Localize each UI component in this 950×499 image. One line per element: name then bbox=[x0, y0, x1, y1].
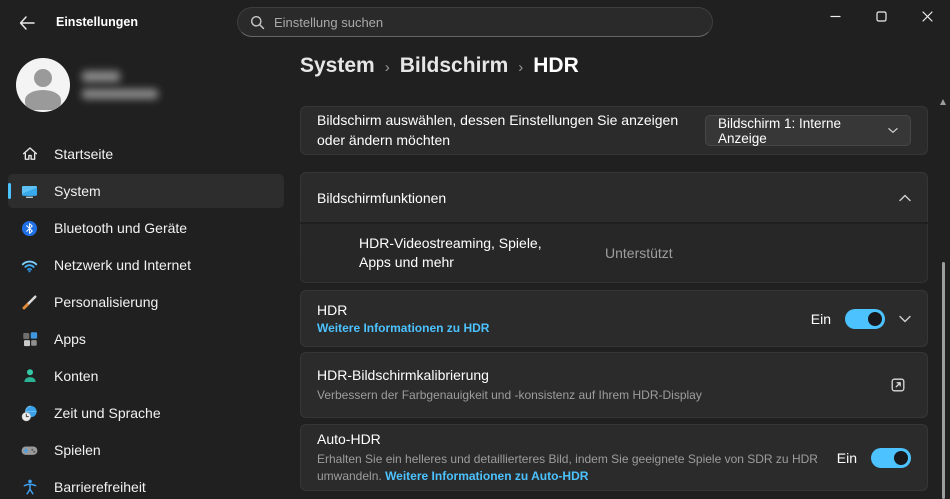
display-features-header[interactable]: Bildschirmfunktionen bbox=[300, 172, 928, 223]
hdr-calibration-card[interactable]: HDR-Bildschirmkalibrierung Verbessern de… bbox=[300, 352, 928, 418]
sidebar-item-label: Konten bbox=[54, 368, 99, 384]
auto-hdr-card: Auto-HDR Erhalten Sie ein helleres und d… bbox=[300, 424, 928, 491]
display-select-dropdown[interactable]: Bildschirm 1: Interne Anzeige bbox=[705, 115, 911, 146]
display-features-title: Bildschirmfunktionen bbox=[317, 189, 447, 206]
sidebar-item-label: Spielen bbox=[54, 442, 101, 458]
apps-icon bbox=[20, 330, 39, 349]
gamepad-icon bbox=[20, 441, 39, 460]
display-select-label: Bildschirm auswählen, dessen Einstellung… bbox=[317, 111, 679, 148]
hdr-support-value: Unterstützt bbox=[605, 245, 673, 261]
scrollbar-thumb[interactable] bbox=[941, 262, 945, 499]
brush-icon bbox=[20, 293, 39, 312]
avatar bbox=[16, 58, 70, 112]
sidebar-item-label: Zeit und Sprache bbox=[54, 405, 161, 421]
settings-content: Bildschirm auswählen, dessen Einstellung… bbox=[300, 96, 928, 499]
sidebar-nav: Startseite System Bluetooth und Geräte N… bbox=[4, 134, 288, 499]
minimize-button[interactable] bbox=[812, 0, 858, 32]
sidebar-item-zeit-sprache[interactable]: Zeit und Sprache bbox=[8, 396, 284, 430]
auto-hdr-state-label: Ein bbox=[836, 449, 857, 466]
accessibility-icon bbox=[20, 478, 39, 497]
sidebar-item-konten[interactable]: Konten bbox=[8, 359, 284, 393]
chevron-down-icon[interactable] bbox=[899, 315, 911, 323]
clock-globe-icon bbox=[20, 404, 39, 423]
hdr-support-row: HDR-Videostreaming, Spiele, Apps und meh… bbox=[300, 224, 928, 283]
scrollbar bbox=[939, 96, 947, 499]
user-profile[interactable] bbox=[16, 58, 158, 112]
titlebar: Einstellungen bbox=[0, 0, 950, 44]
chevron-down-icon bbox=[888, 128, 898, 133]
auto-hdr-toggle[interactable] bbox=[871, 447, 911, 468]
breadcrumb-system[interactable]: System bbox=[300, 54, 375, 78]
sidebar-item-label: System bbox=[54, 183, 101, 199]
minimize-icon bbox=[830, 15, 840, 17]
display-select-card: Bildschirm auswählen, dessen Einstellung… bbox=[300, 106, 928, 155]
hdr-info-link[interactable]: Weitere Informationen zu HDR bbox=[317, 321, 489, 335]
sidebar: Startseite System Bluetooth und Geräte N… bbox=[0, 44, 292, 499]
sidebar-item-label: Barrierefreiheit bbox=[54, 479, 146, 495]
hdr-card: HDR Weitere Informationen zu HDR Ein bbox=[300, 290, 928, 347]
auto-hdr-info-link[interactable]: Weitere Informationen zu Auto-HDR bbox=[385, 469, 588, 483]
app-title: Einstellungen bbox=[56, 15, 138, 29]
sidebar-item-system[interactable]: System bbox=[8, 174, 284, 208]
person-icon bbox=[20, 367, 39, 386]
external-link-button[interactable] bbox=[885, 372, 911, 398]
window-controls bbox=[812, 0, 950, 32]
sidebar-item-label: Startseite bbox=[54, 146, 114, 162]
chevron-up-icon[interactable] bbox=[899, 194, 911, 202]
breadcrumb-separator: › bbox=[384, 58, 390, 76]
search-icon bbox=[251, 15, 265, 29]
sidebar-item-label: Netzwerk und Internet bbox=[54, 257, 191, 273]
sidebar-item-barrierefreiheit[interactable]: Barrierefreiheit bbox=[8, 470, 284, 499]
sidebar-item-bluetooth[interactable]: Bluetooth und Geräte bbox=[8, 211, 284, 245]
monitor-icon bbox=[20, 182, 39, 201]
hdr-title: HDR bbox=[317, 302, 348, 318]
display-select-value: Bildschirm 1: Interne Anzeige bbox=[718, 115, 842, 146]
sidebar-item-label: Apps bbox=[54, 331, 86, 347]
back-arrow-icon bbox=[19, 16, 35, 30]
sidebar-item-label: Bluetooth und Geräte bbox=[54, 220, 188, 236]
breadcrumb-separator: › bbox=[518, 58, 524, 76]
hdr-support-label: HDR-Videostreaming, Spiele, Apps und meh… bbox=[359, 235, 542, 270]
breadcrumb-bildschirm[interactable]: Bildschirm bbox=[400, 54, 509, 78]
close-icon bbox=[921, 10, 933, 22]
hdr-state-label: Ein bbox=[810, 310, 831, 327]
breadcrumb: System › Bildschirm › HDR bbox=[300, 54, 579, 78]
search-input[interactable] bbox=[274, 14, 700, 30]
back-button[interactable] bbox=[12, 10, 42, 36]
wifi-icon bbox=[20, 256, 39, 275]
calibration-title: HDR-Bildschirmkalibrierung bbox=[317, 366, 489, 383]
sidebar-item-startseite[interactable]: Startseite bbox=[8, 137, 284, 171]
user-name-redacted bbox=[82, 71, 158, 99]
close-button[interactable] bbox=[904, 0, 950, 32]
maximize-button[interactable] bbox=[858, 0, 904, 32]
sidebar-item-spielen[interactable]: Spielen bbox=[8, 433, 284, 467]
calibration-subtitle: Verbessern der Farbgenauigkeit und -kons… bbox=[317, 387, 702, 402]
sidebar-item-label: Personalisierung bbox=[54, 294, 159, 310]
hdr-toggle[interactable] bbox=[845, 308, 885, 329]
auto-hdr-title: Auto-HDR bbox=[317, 431, 381, 448]
settings-window: Einstellungen Einstellung suchen Startse… bbox=[0, 0, 950, 499]
external-link-icon bbox=[891, 378, 905, 392]
scrollbar-up-arrow[interactable] bbox=[939, 98, 947, 106]
search-box[interactable] bbox=[237, 7, 713, 37]
maximize-icon bbox=[875, 10, 887, 22]
sidebar-item-apps[interactable]: Apps bbox=[8, 322, 284, 356]
sidebar-item-netzwerk[interactable]: Netzwerk und Internet bbox=[8, 248, 284, 282]
breadcrumb-hdr: HDR bbox=[533, 54, 579, 77]
sidebar-item-personalisierung[interactable]: Personalisierung bbox=[8, 285, 284, 319]
bluetooth-icon bbox=[20, 219, 39, 238]
home-icon bbox=[20, 145, 39, 164]
